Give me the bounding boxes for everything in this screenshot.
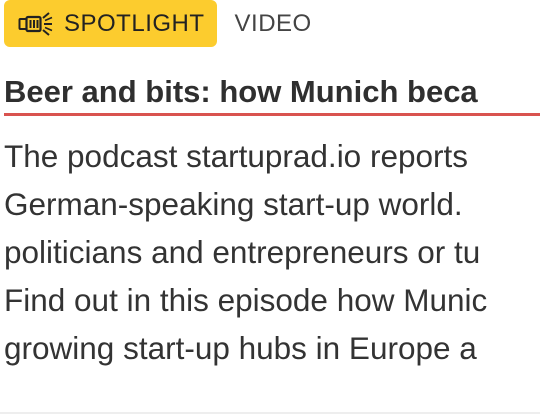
megaphone-icon: [18, 11, 58, 37]
teaser-line: German-speaking start-up world.: [4, 186, 463, 222]
article-teaser: The podcast startuprad.io reports German…: [4, 132, 487, 372]
teaser-line: growing start-up hubs in Europe a: [4, 330, 477, 366]
article-meta-row: SPOTLIGHT VIDEO: [4, 0, 312, 47]
teaser-line: Find out in this episode how Munic: [4, 282, 488, 318]
divider: [0, 412, 540, 414]
teaser-line: politicians and entrepreneurs or tu: [4, 234, 481, 270]
category-label[interactable]: VIDEO: [235, 11, 312, 36]
spotlight-badge[interactable]: SPOTLIGHT: [4, 0, 217, 47]
teaser-line: The podcast startuprad.io reports: [4, 138, 468, 174]
spotlight-label: SPOTLIGHT: [64, 9, 205, 37]
article-headline[interactable]: Beer and bits: how Munich beca: [4, 71, 540, 116]
